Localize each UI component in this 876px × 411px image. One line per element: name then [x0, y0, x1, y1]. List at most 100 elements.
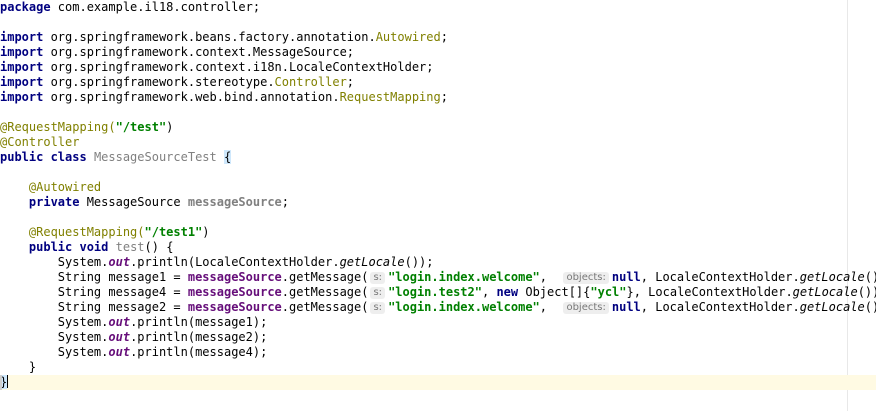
- code-line[interactable]: System.out.println(message1);: [0, 315, 876, 330]
- parameter-hint: objects:: [563, 302, 609, 314]
- code-token: , LocaleContextHolder.: [640, 300, 800, 314]
- code-token: public void: [28, 240, 109, 254]
- code-line[interactable]: import org.springframework.stereotype.Co…: [0, 75, 876, 90]
- code-line[interactable]: @Autowired: [0, 180, 876, 195]
- code-token: Controller: [274, 75, 347, 89]
- code-token: import: [0, 30, 44, 44]
- code-line[interactable]: System.out.println(message2);: [0, 330, 876, 345]
- code-token: }: [0, 360, 37, 374]
- code-line[interactable]: @RequestMapping("/test"): [0, 120, 876, 135]
- code-token: () {: [144, 240, 174, 254]
- parameter-hint: s:: [370, 272, 386, 284]
- code-token: org.springframework.context.MessageSourc…: [43, 45, 355, 59]
- code-token: new: [496, 285, 519, 299]
- code-line[interactable]: [0, 15, 876, 30]
- code-token: test: [115, 240, 145, 254]
- code-token: messageSource: [187, 195, 282, 209]
- code-token: org.springframework.web.bind.annotation.: [43, 90, 340, 104]
- code-token: .println(LocaleContextHolder.: [130, 255, 340, 269]
- text-caret: [7, 375, 9, 388]
- code-token: .getMessage(: [281, 300, 369, 314]
- code-token: ,: [481, 285, 497, 299]
- code-token: null: [611, 270, 641, 284]
- code-token: getLocale: [799, 270, 865, 284]
- code-line[interactable]: import org.springframework.context.i18n.…: [0, 60, 876, 75]
- code-token: }, LocaleContextHolder.: [626, 285, 793, 299]
- code-token: import: [0, 60, 44, 74]
- code-line[interactable]: [0, 210, 876, 225]
- code-token: out: [108, 330, 131, 344]
- code-line[interactable]: package com.example.il18.controller;: [0, 0, 876, 15]
- code-token: , LocaleContextHolder.: [640, 270, 800, 284]
- code-token: out: [108, 255, 131, 269]
- code-line[interactable]: import org.springframework.context.Messa…: [0, 45, 876, 60]
- code-line[interactable]: [0, 165, 876, 180]
- code-token: .println(message1);: [130, 315, 268, 329]
- code-token: @RequestMapping(: [0, 120, 116, 134]
- code-line[interactable]: import org.springframework.beans.factory…: [0, 30, 876, 45]
- code-token: ;: [346, 75, 355, 89]
- code-token: getLocale: [799, 300, 865, 314]
- code-line[interactable]: private MessageSource messageSource;: [0, 195, 876, 210]
- code-token: ());: [857, 285, 876, 299]
- code-token: public class: [0, 150, 87, 164]
- code-token: ,: [539, 300, 562, 314]
- code-token: ): [166, 120, 174, 134]
- code-token: import: [0, 45, 44, 59]
- code-token: String message4 =: [0, 285, 188, 299]
- code-token: .getMessage(: [281, 285, 369, 299]
- code-token: messageSource: [187, 270, 282, 284]
- code-token: MessageSourceTest: [93, 150, 217, 164]
- code-line[interactable]: @RequestMapping("/test1"): [0, 225, 876, 240]
- code-token: "/test1": [144, 225, 203, 239]
- code-token: .getMessage(: [281, 270, 369, 284]
- code-token: ,: [539, 270, 562, 284]
- code-token: .println(message4);: [130, 345, 268, 359]
- code-token: MessageSource: [79, 195, 188, 209]
- code-token: @Autowired: [28, 180, 102, 194]
- code-line[interactable]: System.out.println(LocaleContextHolder.g…: [0, 255, 876, 270]
- code-token: ());: [864, 270, 876, 284]
- code-line[interactable]: import org.springframework.web.bind.anno…: [0, 90, 876, 105]
- code-line[interactable]: @Controller: [0, 135, 876, 150]
- code-token: ;: [440, 90, 448, 104]
- code-token: .println(message2);: [130, 330, 268, 344]
- parameter-hint: s:: [370, 302, 386, 314]
- code-token: ());: [864, 300, 876, 314]
- code-line[interactable]: String message4 = messageSource.getMessa…: [0, 285, 876, 300]
- code-line[interactable]: }: [0, 360, 876, 375]
- code-token: "/test": [115, 120, 167, 134]
- code-token: messageSource: [187, 300, 282, 314]
- code-line[interactable]: [0, 105, 876, 120]
- code-token: null: [611, 300, 641, 314]
- code-line[interactable]: String message1 = messageSource.getMessa…: [0, 270, 876, 285]
- code-token: ): [202, 225, 210, 239]
- code-token: ;: [281, 195, 290, 209]
- code-line[interactable]: public class MessageSourceTest {: [0, 150, 876, 165]
- code-token: String message2 =: [0, 300, 188, 314]
- code-token: getLocale: [792, 285, 858, 299]
- parameter-hint: objects:: [563, 272, 609, 284]
- parameter-hint: s:: [370, 287, 386, 299]
- code-token: System.: [0, 255, 109, 269]
- code-line[interactable]: System.out.println(message4);: [0, 345, 876, 360]
- code-token: Object[]{: [518, 285, 591, 299]
- code-token: "ycl": [590, 285, 627, 299]
- code-token: import: [0, 75, 44, 89]
- current-line-marker: [0, 375, 2, 390]
- code-token: messageSource: [187, 285, 282, 299]
- code-token: org.springframework.stereotype.: [43, 75, 275, 89]
- code-line[interactable]: public void test() {: [0, 240, 876, 255]
- code-token: out: [108, 345, 131, 359]
- code-line[interactable]: String message2 = messageSource.getMessa…: [0, 300, 876, 315]
- code-editor[interactable]: package com.example.il18.controller; impo…: [0, 0, 876, 411]
- code-token: System.: [0, 330, 109, 344]
- code-line[interactable]: }: [0, 375, 876, 390]
